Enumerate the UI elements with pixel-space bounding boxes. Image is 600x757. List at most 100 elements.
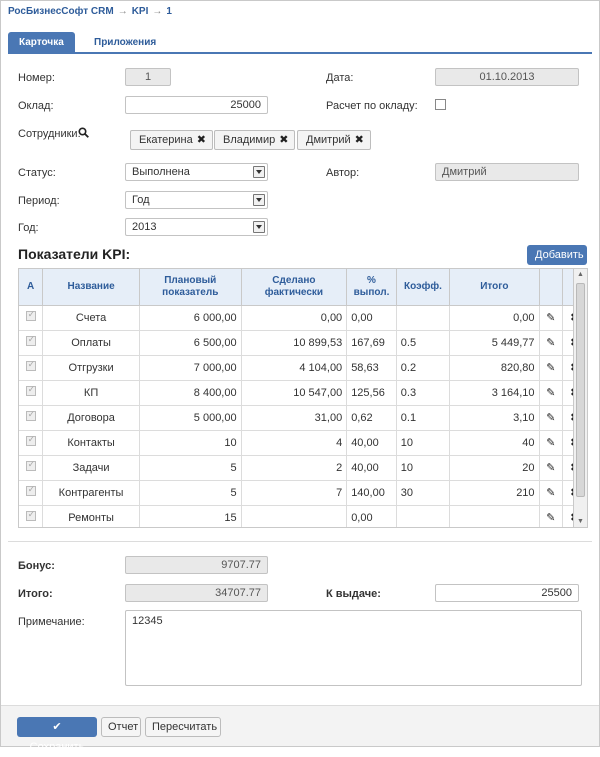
period-select[interactable]: Год [125,191,268,209]
kpi-name-cell: Задачи [42,455,140,481]
pencil-icon[interactable]: ✎ [546,512,555,524]
close-icon[interactable]: ✖ [279,134,288,146]
author-label: Автор: [326,167,360,179]
kpi-plan-cell: 15 [139,505,242,527]
close-icon[interactable]: ✖ [197,134,206,146]
period-value: Год [132,194,150,206]
employees-label: Сотрудники: [18,128,81,140]
pencil-icon[interactable]: ✎ [546,387,555,399]
table-row[interactable]: Задачи5240,001020✎✖ [19,455,587,481]
employee-tag: Екатерина ✖ [130,130,213,150]
row-active-checkbox [25,334,36,346]
salary-input[interactable]: 25000 [125,96,268,114]
table-cell: ✎ [539,330,564,356]
row-active-checkbox [25,434,36,446]
pencil-icon[interactable]: ✎ [546,487,555,499]
kpi-total-cell [449,505,540,527]
row-active-checkbox [25,509,36,521]
column-header-edit [539,269,564,306]
row-active-checkbox [25,459,36,471]
column-header-percent[interactable]: % выпол. [346,269,397,306]
table-row[interactable]: Отгрузки7 000,004 104,0058,630.2820,80✎✖ [19,355,587,381]
kpi-table: А Название Плановый показатель Сделано ф… [18,268,588,528]
kpi-percent-cell: 58,63 [346,355,397,381]
save-button[interactable]: ✔ Сохранить [17,717,97,753]
table-row[interactable]: КП8 400,0010 547,00125,560.33 164,10✎✖ [19,380,587,406]
tab-attachments[interactable]: Приложения [83,32,167,54]
kpi-fact-cell: 4 [241,430,348,456]
column-header-total[interactable]: Итого [449,269,540,306]
kpi-plan-cell: 5 000,00 [139,405,242,431]
column-header-fact[interactable]: Сделано фактически [241,269,348,306]
column-header-active[interactable]: А [19,269,44,306]
column-header-name[interactable]: Название [42,269,140,306]
table-row[interactable]: Договора5 000,0031,000,620.13,10✎✖ [19,405,587,431]
table-row[interactable]: Контрагенты57140,0030210✎✖ [19,480,587,506]
by-salary-checkbox[interactable] [435,99,446,110]
scroll-down-icon[interactable]: ▼ [577,518,584,525]
employee-name: Владимир [223,134,276,146]
row-active-checkbox [25,359,36,371]
table-row[interactable]: Контакты10440,001040✎✖ [19,430,587,456]
breadcrumb-separator: → [117,6,128,17]
payout-label: К выдаче: [326,588,381,600]
employee-name: Екатерина [139,134,193,146]
kpi-total-cell: 20 [449,455,540,481]
kpi-fact-cell: 31,00 [241,405,348,431]
add-kpi-button[interactable]: Добавить [527,245,587,265]
breadcrumb-app[interactable]: РосБизнесСофт CRM [8,6,114,17]
kpi-total-cell: 210 [449,480,540,506]
kpi-plan-cell: 6 500,00 [139,330,242,356]
kpi-coef-cell: 10 [396,430,451,456]
close-icon[interactable]: ✖ [355,134,364,146]
kpi-percent-cell: 167,69 [346,330,397,356]
table-row[interactable]: Оплаты6 500,0010 899,53167,690.55 449,77… [19,330,587,356]
table-cell [19,330,44,356]
kpi-name-cell: Договора [42,405,140,431]
year-select[interactable]: 2013 [125,218,268,236]
kpi-percent-cell: 40,00 [346,455,397,481]
scroll-up-icon[interactable]: ▲ [577,271,584,278]
table-row[interactable]: Ремонты150,00✎✖ [19,505,587,527]
kpi-coef-cell: 30 [396,480,451,506]
kpi-name-cell: Контакты [42,430,140,456]
pencil-icon[interactable]: ✎ [546,462,555,474]
kpi-name-cell: Оплаты [42,330,140,356]
kpi-fact-cell: 7 [241,480,348,506]
status-select[interactable]: Выполнена [125,163,268,181]
pencil-icon[interactable]: ✎ [546,337,555,349]
recalculate-button[interactable]: Пересчитать [145,717,221,737]
scrollbar-thumb[interactable] [576,283,585,497]
note-textarea[interactable] [125,610,582,686]
report-button[interactable]: Отчет [101,717,141,737]
date-label: Дата: [326,72,354,84]
table-row[interactable]: Счета6 000,000,000,000,00✎✖ [19,305,587,331]
column-header-coef[interactable]: Коэфф. [396,269,451,306]
checkmark-icon: ✔ [52,721,62,733]
table-cell [19,455,44,481]
row-active-checkbox [25,309,36,321]
chevron-down-icon [253,166,265,178]
kpi-percent-cell: 125,56 [346,380,397,406]
table-scrollbar[interactable]: ▲ ▼ [573,269,587,527]
kpi-percent-cell: 0,62 [346,405,397,431]
breadcrumb-section[interactable]: KPI [132,6,149,17]
column-header-plan[interactable]: Плановый показатель [139,269,242,306]
kpi-grid: А Название Плановый показатель Сделано ф… [19,269,587,527]
year-value: 2013 [132,221,157,233]
pencil-icon[interactable]: ✎ [546,312,555,324]
pencil-icon[interactable]: ✎ [546,362,555,374]
table-cell: ✎ [539,505,564,527]
kpi-total-cell: 3 164,10 [449,380,540,406]
pencil-icon[interactable]: ✎ [546,412,555,424]
period-label: Период: [18,195,60,207]
note-label: Примечание: [18,616,85,628]
pencil-icon[interactable]: ✎ [546,437,555,449]
kpi-total-cell: 0,00 [449,305,540,331]
bonus-label: Бонус: [18,560,55,572]
payout-input[interactable]: 25500 [435,584,579,602]
kpi-coef-cell: 0.2 [396,355,451,381]
total-field: 34707.77 [125,584,268,602]
tab-card[interactable]: Карточка [8,32,75,54]
magnifier-icon[interactable] [78,127,89,138]
